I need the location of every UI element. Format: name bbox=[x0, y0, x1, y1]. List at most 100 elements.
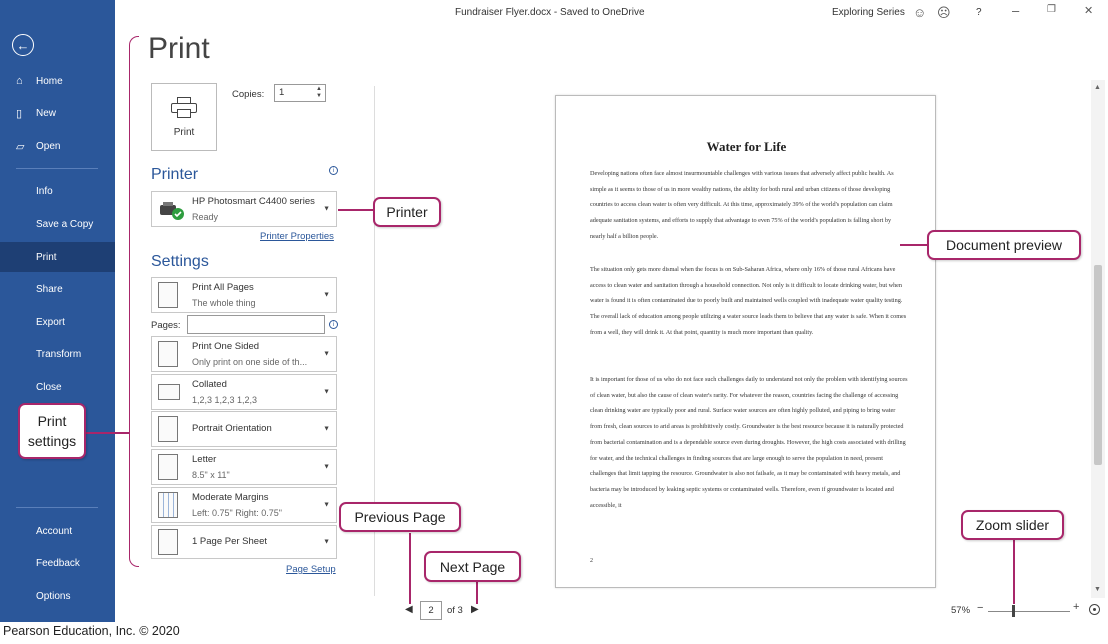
paper-size-dropdown[interactable]: Letter 8.5" x 11" ▼ bbox=[151, 449, 337, 485]
page-title: Print bbox=[148, 32, 210, 65]
info-icon[interactable]: i bbox=[329, 166, 338, 175]
sides-dropdown[interactable]: Print One Sided Only print on one side o… bbox=[151, 336, 337, 372]
zoom-out-button[interactable]: − bbox=[977, 602, 983, 614]
scroll-up-icon[interactable]: ▲ bbox=[1094, 84, 1101, 91]
dropdown-value: Letter bbox=[192, 454, 217, 465]
chevron-down-icon: ▼ bbox=[323, 350, 330, 358]
sidebar-item-options[interactable]: Options bbox=[0, 581, 115, 611]
collation-dropdown[interactable]: Collated 1,2,3 1,2,3 1,2,3 ▼ bbox=[151, 374, 337, 410]
sidebar-item-account[interactable]: Account bbox=[0, 516, 115, 546]
zoom-in-button[interactable]: + bbox=[1073, 601, 1079, 613]
close-icon[interactable]: ✕ bbox=[1084, 4, 1093, 17]
callout-printer: Printer bbox=[373, 197, 441, 227]
copies-label: Copies: bbox=[232, 89, 265, 100]
previous-page-button[interactable]: ◀ bbox=[405, 604, 413, 615]
sidebar-item-share[interactable]: Share bbox=[0, 274, 115, 304]
pages-icon bbox=[158, 282, 178, 308]
info-icon[interactable]: i bbox=[329, 320, 338, 329]
sidebar-item-label: Transform bbox=[36, 348, 82, 360]
minimize-icon[interactable]: – bbox=[1012, 3, 1019, 18]
frown-feedback-icon[interactable]: ☹ bbox=[937, 5, 951, 21]
sidebar-item-label: Feedback bbox=[36, 557, 80, 569]
pages-per-sheet-dropdown[interactable]: 1 Page Per Sheet ▼ bbox=[151, 525, 337, 559]
scroll-down-icon[interactable]: ▼ bbox=[1094, 586, 1101, 593]
folder-open-icon: ▱ bbox=[16, 140, 25, 153]
sidebar-item-home[interactable]: ⌂ Home bbox=[0, 66, 115, 96]
chevron-down-icon: ▼ bbox=[323, 501, 330, 509]
sidebar-item-label: Save a Copy bbox=[36, 218, 94, 230]
print-range-dropdown[interactable]: Print All Pages The whole thing ▼ bbox=[151, 277, 337, 313]
smile-feedback-icon[interactable]: ☺ bbox=[913, 5, 926, 20]
restore-icon[interactable]: ❐ bbox=[1047, 4, 1056, 15]
collated-icon bbox=[158, 384, 180, 400]
user-name[interactable]: Exploring Series bbox=[832, 7, 905, 18]
sidebar-item-label: Account bbox=[36, 525, 73, 537]
sidebar-item-label: Options bbox=[36, 590, 71, 602]
dropdown-subtext: The whole thing bbox=[192, 298, 256, 308]
zoom-to-page-icon[interactable] bbox=[1089, 604, 1100, 615]
preview-scrollbar[interactable]: ▲ ▼ bbox=[1091, 80, 1105, 598]
document-page-number: 2 bbox=[590, 558, 593, 564]
callout-text: Print settings bbox=[27, 413, 77, 449]
spin-arrows-icon[interactable]: ▲ ▼ bbox=[316, 86, 322, 100]
sidebar-item-print[interactable]: Print bbox=[0, 242, 115, 272]
sidebar-item-save-a-copy[interactable]: Save a Copy bbox=[0, 209, 115, 239]
sidebar-divider bbox=[16, 168, 98, 169]
copies-stepper[interactable]: 1 ▲ ▼ bbox=[274, 84, 326, 102]
callout-leader bbox=[900, 244, 928, 246]
orientation-dropdown[interactable]: Portrait Orientation ▼ bbox=[151, 411, 337, 447]
dropdown-subtext: Only print on one side of th... bbox=[192, 357, 308, 367]
printer-status: Ready bbox=[192, 212, 219, 222]
dropdown-subtext: Left: 0.75" Right: 0.75" bbox=[192, 508, 282, 518]
settings-heading: Settings bbox=[151, 253, 209, 270]
callout-document-preview: Document preview bbox=[927, 230, 1081, 260]
current-page-input[interactable]: 2 bbox=[420, 601, 442, 620]
printer-dropdown[interactable]: HP Photosmart C4400 series Ready ▼ bbox=[151, 191, 337, 227]
one-sided-icon bbox=[158, 341, 178, 367]
sidebar-item-label: Share bbox=[36, 283, 63, 295]
dropdown-value: 1 Page Per Sheet bbox=[192, 536, 267, 547]
back-arrow-icon[interactable]: ← bbox=[12, 34, 34, 56]
next-page-button[interactable]: ▶ bbox=[471, 604, 479, 615]
printer-icon bbox=[171, 96, 197, 118]
printer-properties-link[interactable]: Printer Properties bbox=[260, 231, 334, 242]
print-button-label: Print bbox=[173, 126, 195, 138]
sidebar-item-open[interactable]: ▱ Open bbox=[0, 131, 115, 161]
callout-next-page: Next Page bbox=[424, 551, 521, 582]
zoom-slider-thumb[interactable] bbox=[1011, 605, 1015, 617]
zoom-percent[interactable]: 57% bbox=[951, 605, 970, 616]
dropdown-value: Moderate Margins bbox=[192, 492, 269, 503]
scroll-thumb[interactable] bbox=[1094, 265, 1102, 465]
sidebar-item-export[interactable]: Export bbox=[0, 307, 115, 337]
sidebar-divider bbox=[16, 507, 98, 508]
help-button[interactable]: ? bbox=[976, 7, 982, 18]
sidebar-item-label: New bbox=[36, 107, 57, 119]
chevron-down-icon: ▼ bbox=[323, 205, 330, 213]
zoom-slider-track[interactable] bbox=[988, 611, 1070, 612]
printer-status-icon bbox=[160, 202, 184, 220]
copies-value: 1 bbox=[279, 87, 285, 98]
page-count-label: of 3 bbox=[447, 605, 463, 616]
pages-input[interactable] bbox=[187, 315, 325, 334]
sidebar-item-info[interactable]: Info bbox=[0, 176, 115, 206]
page-setup-link[interactable]: Page Setup bbox=[286, 564, 336, 575]
sidebar-item-label: Close bbox=[36, 381, 62, 393]
sidebar-item-feedback[interactable]: Feedback bbox=[0, 548, 115, 578]
sidebar-item-new[interactable]: ▯ New bbox=[0, 98, 115, 128]
margins-dropdown[interactable]: Moderate Margins Left: 0.75" Right: 0.75… bbox=[151, 487, 337, 523]
callout-leader bbox=[476, 582, 478, 604]
paper-size-icon bbox=[158, 454, 178, 480]
sidebar-item-transform[interactable]: Transform bbox=[0, 339, 115, 369]
dropdown-subtext: 8.5" x 11" bbox=[192, 470, 230, 480]
dropdown-value: Portrait Orientation bbox=[192, 423, 272, 434]
sidebar-item-label: Export bbox=[36, 316, 65, 328]
portrait-orientation-icon bbox=[158, 416, 178, 442]
document-paragraph: It is important for those of us who do n… bbox=[590, 376, 908, 509]
document-title: Fundraiser Flyer.docx - Saved to OneDriv… bbox=[455, 7, 645, 18]
print-button[interactable]: Print bbox=[151, 83, 217, 151]
chevron-down-icon: ▼ bbox=[323, 388, 330, 396]
document-preview-page: Water for Life Developing nations often … bbox=[555, 95, 936, 588]
sidebar-item-close[interactable]: Close bbox=[0, 372, 115, 402]
printer-heading: Printer bbox=[151, 166, 199, 183]
sidebar-item-label: Print bbox=[36, 251, 57, 263]
